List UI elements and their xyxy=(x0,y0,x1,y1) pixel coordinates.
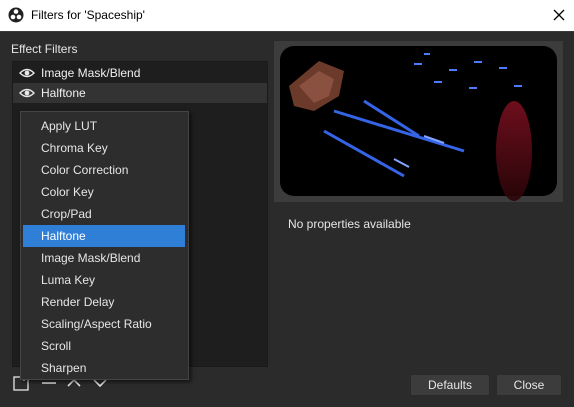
obs-logo-icon xyxy=(8,7,24,23)
menu-item-sharpen[interactable]: Sharpen xyxy=(23,357,185,379)
add-filter-menu: Apply LUT Chroma Key Color Correction Color… xyxy=(20,111,189,380)
close-icon xyxy=(553,9,565,21)
menu-item-image-mask-blend[interactable]: Image Mask/Blend xyxy=(23,247,185,269)
menu-item-scaling-aspect-ratio[interactable]: Scaling/Aspect Ratio xyxy=(23,313,185,335)
filter-item-halftone[interactable]: Halftone xyxy=(13,83,267,103)
menu-item-halftone[interactable]: Halftone xyxy=(23,225,185,247)
window-title: Filters for 'Spaceship' xyxy=(31,8,145,22)
defaults-button[interactable]: Defaults xyxy=(410,374,490,396)
menu-item-chroma-key[interactable]: Chroma Key xyxy=(23,137,185,159)
effect-filters-label: Effect Filters xyxy=(11,42,78,56)
menu-item-luma-key[interactable]: Luma Key xyxy=(23,269,185,291)
menu-item-render-delay[interactable]: Render Delay xyxy=(23,291,185,313)
menu-item-color-key[interactable]: Color Key xyxy=(23,181,185,203)
title-bar: Filters for 'Spaceship' xyxy=(0,0,574,32)
filter-item-label: Halftone xyxy=(41,86,86,100)
no-properties-text: No properties available xyxy=(288,217,411,231)
source-preview xyxy=(274,41,563,202)
eye-icon[interactable] xyxy=(19,87,35,99)
menu-item-color-correction[interactable]: Color Correction xyxy=(23,159,185,181)
eye-icon[interactable] xyxy=(19,67,35,79)
preview-image xyxy=(274,41,563,202)
menu-item-apply-lut[interactable]: Apply LUT xyxy=(23,115,185,137)
filter-item-label: Image Mask/Blend xyxy=(41,66,141,80)
close-button[interactable]: Close xyxy=(496,374,562,396)
menu-item-crop-pad[interactable]: Crop/Pad xyxy=(23,203,185,225)
filter-item-image-mask-blend[interactable]: Image Mask/Blend xyxy=(13,63,267,83)
close-window-button[interactable] xyxy=(544,0,574,30)
menu-item-scroll[interactable]: Scroll xyxy=(23,335,185,357)
